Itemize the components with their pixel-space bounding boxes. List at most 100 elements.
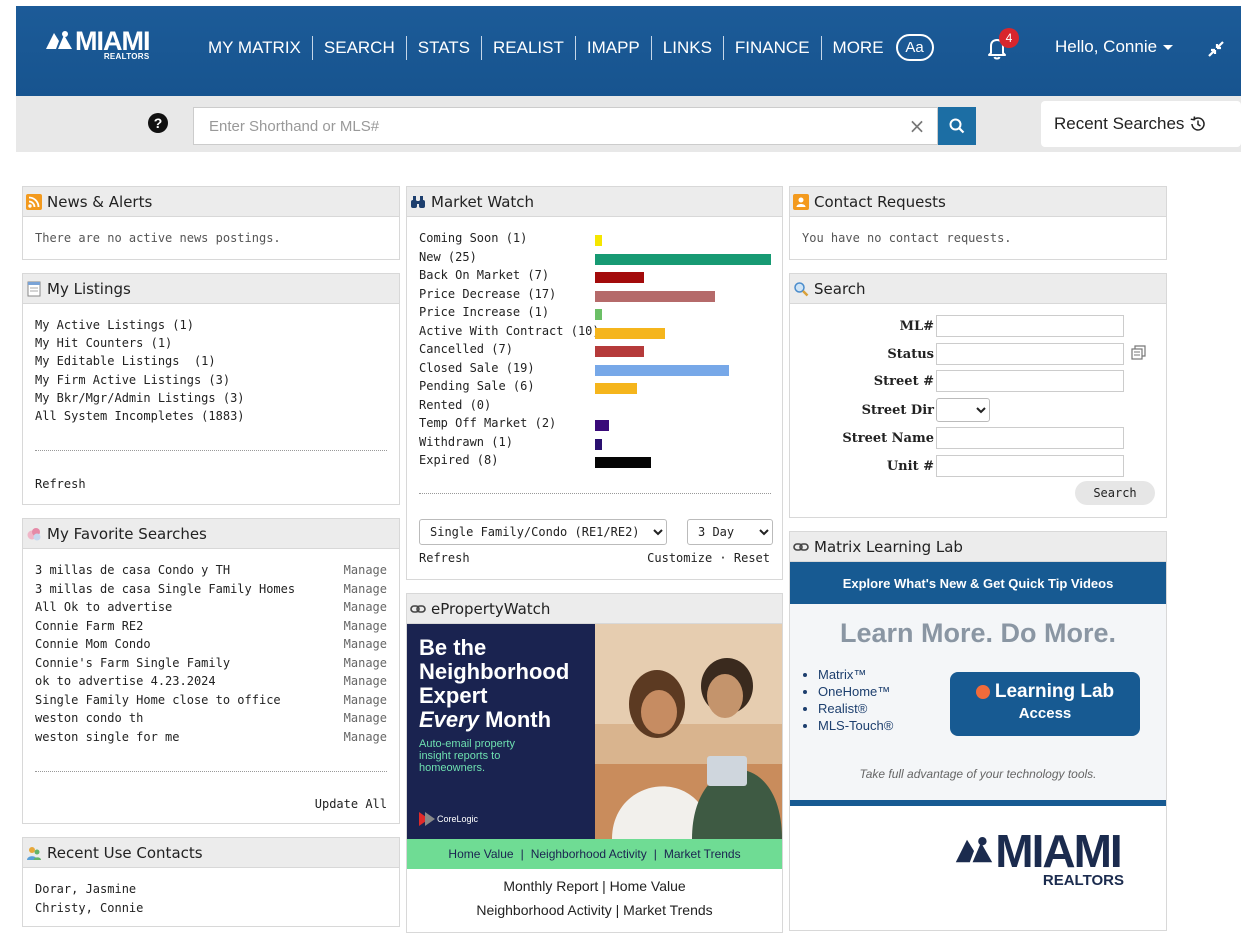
nav-realist[interactable]: REALIST xyxy=(482,35,576,60)
manage-link[interactable]: Manage xyxy=(344,563,387,577)
nav-my-matrix[interactable]: MY MATRIX xyxy=(192,35,313,60)
listing-link[interactable]: My Active Listings (1) xyxy=(35,318,194,332)
contact-link[interactable]: Christy, Connie xyxy=(35,901,143,915)
learning-lab-banner[interactable]: Explore What's New & Get Quick Tip Video… xyxy=(790,562,1166,604)
listing-link[interactable]: My Hit Counters (1) xyxy=(35,336,172,350)
copy-icon[interactable] xyxy=(1131,345,1147,361)
listing-link[interactable]: All System Incompletes (1883) xyxy=(35,409,245,423)
unit-number-field[interactable] xyxy=(936,455,1124,477)
market-watch-row[interactable]: Price Decrease (17) xyxy=(419,287,779,305)
collapse-icon[interactable] xyxy=(1207,40,1225,58)
learning-lab-access-button[interactable]: Learning Lab Access xyxy=(950,672,1140,736)
favorite-search-link[interactable]: Connie's Farm Single Family xyxy=(35,656,230,670)
epropertywatch-ad-banner[interactable]: Be the Neighborhood Expert Every Month A… xyxy=(407,624,782,839)
market-watch-bar[interactable] xyxy=(595,364,729,376)
market-watch-row[interactable]: New (25) xyxy=(419,250,779,268)
user-menu[interactable]: Hello, Connie xyxy=(1055,37,1174,57)
market-watch-label[interactable]: Coming Soon (1) xyxy=(419,231,527,245)
market-watch-label[interactable]: Closed Sale (19) xyxy=(419,361,535,375)
clear-icon[interactable]: × xyxy=(908,114,926,138)
market-watch-row[interactable]: Back On Market (7) xyxy=(419,268,779,286)
market-watch-label[interactable]: Expired (8) xyxy=(419,453,498,467)
market-watch-label[interactable]: Cancelled (7) xyxy=(419,342,513,356)
market-watch-row[interactable]: Closed Sale (19) xyxy=(419,361,779,379)
favorite-search-link[interactable]: weston single for me xyxy=(35,730,180,744)
listing-link[interactable]: My Firm Active Listings (3) xyxy=(35,373,230,387)
market-watch-row[interactable]: Coming Soon (1) xyxy=(419,231,779,249)
market-watch-label[interactable]: Withdrawn (1) xyxy=(419,435,513,449)
manage-link[interactable]: Manage xyxy=(344,674,387,688)
nav-finance[interactable]: FINANCE xyxy=(724,35,822,60)
market-watch-bar[interactable] xyxy=(595,383,637,394)
market-watch-bar[interactable] xyxy=(595,253,771,265)
market-watch-label[interactable]: Rented (0) xyxy=(419,398,491,412)
market-watch-label[interactable]: Temp Off Market (2) xyxy=(419,416,556,430)
period-select[interactable]: 3 Day xyxy=(687,519,773,545)
street-name-field[interactable] xyxy=(936,427,1124,449)
nav-more[interactable]: MORE xyxy=(822,36,895,60)
help-icon[interactable]: ? xyxy=(148,113,168,133)
manage-link[interactable]: Manage xyxy=(344,730,387,744)
status-field[interactable] xyxy=(936,343,1124,365)
market-watch-label[interactable]: Back On Market (7) xyxy=(419,268,549,282)
market-watch-bar[interactable] xyxy=(595,327,665,339)
market-watch-label[interactable]: Active With Contract (10) xyxy=(419,324,600,338)
favorite-search-link[interactable]: Connie Farm RE2 xyxy=(35,619,143,633)
property-type-select[interactable]: Single Family/Condo (RE1/RE2) xyxy=(419,519,667,545)
font-size-button[interactable]: Aa xyxy=(895,34,934,61)
manage-link[interactable]: Manage xyxy=(344,582,387,596)
miami-realtors-logo[interactable]: MIAMI REALTORS xyxy=(44,28,150,61)
market-watch-row[interactable]: Rented (0) xyxy=(419,398,779,416)
nav-links[interactable]: LINKS xyxy=(652,35,724,60)
favorite-search-link[interactable]: weston condo th xyxy=(35,711,143,725)
market-watch-row[interactable]: Withdrawn (1) xyxy=(419,435,779,453)
favorite-search-link[interactable]: 3 millas de casa Condo y TH xyxy=(35,563,230,577)
market-watch-label[interactable]: Price Increase (1) xyxy=(419,305,549,319)
favorite-search-link[interactable]: Connie Mom Condo xyxy=(35,637,151,651)
market-watch-bar[interactable] xyxy=(595,438,602,450)
favorite-search-link[interactable]: ok to advertise 4.23.2024 xyxy=(35,674,216,688)
market-watch-bar[interactable] xyxy=(595,420,609,431)
market-watch-row[interactable]: Temp Off Market (2) xyxy=(419,416,779,434)
neighborhood-activity-link[interactable]: Neighborhood Activity xyxy=(476,902,611,918)
manage-link[interactable]: Manage xyxy=(344,637,387,651)
market-watch-row[interactable]: Expired (8) xyxy=(419,453,779,471)
market-watch-bar[interactable] xyxy=(595,235,602,246)
market-watch-row[interactable]: Cancelled (7) xyxy=(419,342,779,360)
manage-link[interactable]: Manage xyxy=(344,600,387,614)
market-watch-bar[interactable] xyxy=(595,272,644,283)
market-watch-label[interactable]: Price Decrease (17) xyxy=(419,287,556,301)
listing-link[interactable]: My Editable Listings (1) xyxy=(35,354,216,368)
market-watch-label[interactable]: Pending Sale (6) xyxy=(419,379,535,393)
recent-searches-button[interactable]: Recent Searches xyxy=(1041,101,1241,147)
nav-search[interactable]: SEARCH xyxy=(313,35,407,60)
listing-link[interactable]: My Bkr/Mgr/Admin Listings (3) xyxy=(35,391,245,405)
reset-link[interactable]: Reset xyxy=(734,551,770,565)
market-watch-bar[interactable] xyxy=(595,290,715,302)
market-watch-refresh-link[interactable]: Refresh xyxy=(419,551,470,565)
customize-link[interactable]: Customize xyxy=(647,551,712,565)
market-watch-bar[interactable] xyxy=(595,457,651,468)
ml-number-field[interactable] xyxy=(936,315,1124,337)
monthly-report-link[interactable]: Monthly Report xyxy=(503,878,598,894)
manage-link[interactable]: Manage xyxy=(344,619,387,633)
shorthand-search-input[interactable] xyxy=(193,107,938,145)
my-listings-refresh-link[interactable]: Refresh xyxy=(35,477,86,491)
market-trends-link[interactable]: Market Trends xyxy=(623,902,712,918)
panel-search-button[interactable]: Search xyxy=(1075,481,1155,505)
market-watch-row[interactable]: Active With Contract (10) xyxy=(419,324,779,342)
manage-link[interactable]: Manage xyxy=(344,693,387,707)
favorite-search-link[interactable]: Single Family Home close to office xyxy=(35,693,281,707)
search-button[interactable] xyxy=(938,107,976,145)
market-watch-row[interactable]: Pending Sale (6) xyxy=(419,379,779,397)
contact-link[interactable]: Dorar, Jasmine xyxy=(35,882,136,896)
manage-link[interactable]: Manage xyxy=(344,656,387,670)
street-dir-select[interactable] xyxy=(936,398,990,422)
favorite-search-link[interactable]: All Ok to advertise xyxy=(35,600,172,614)
market-watch-row[interactable]: Price Increase (1) xyxy=(419,305,779,323)
update-all-link[interactable]: Update All xyxy=(315,797,387,811)
manage-link[interactable]: Manage xyxy=(344,711,387,725)
street-number-field[interactable] xyxy=(936,370,1124,392)
favorite-search-link[interactable]: 3 millas de casa Single Family Homes xyxy=(35,582,295,596)
nav-imapp[interactable]: IMAPP xyxy=(576,35,652,60)
